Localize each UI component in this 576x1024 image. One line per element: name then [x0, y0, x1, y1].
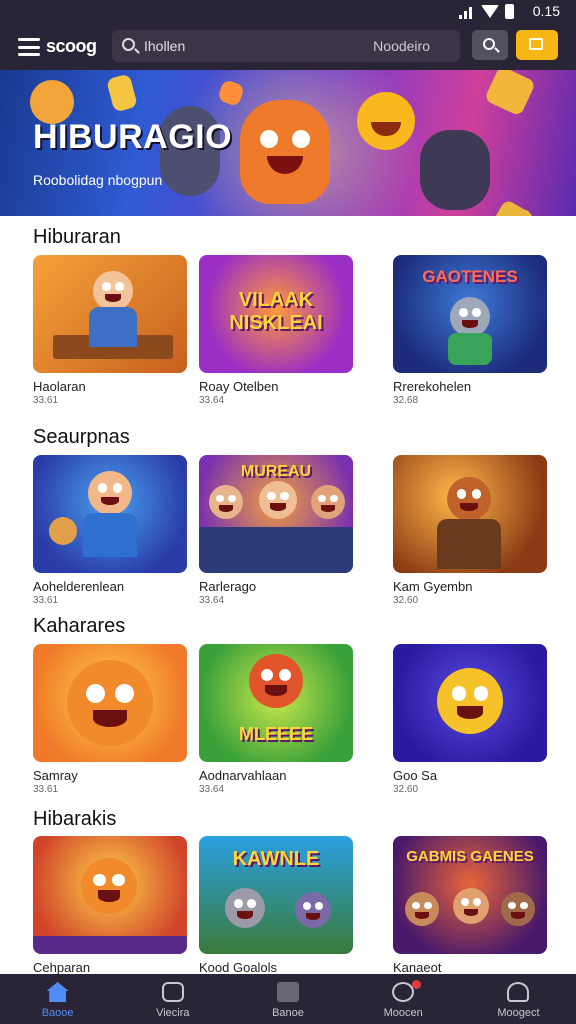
nav-item-chat[interactable]: Viecira — [115, 974, 230, 1024]
game-card[interactable]: Aohelderenlean 33.61 — [33, 455, 187, 606]
game-meta: 33.61 — [33, 784, 59, 795]
token-decoration — [488, 198, 536, 216]
game-meta: 33.64 — [199, 395, 225, 406]
game-card[interactable]: Kam Gyembn 32.60 — [393, 455, 547, 606]
game-thumbnail[interactable]: GAOTENES — [393, 255, 547, 373]
game-title: Rrerekohelen — [393, 379, 472, 394]
menu-icon[interactable] — [18, 38, 40, 56]
nav-item-profile[interactable]: Moogect — [461, 974, 576, 1024]
section-title: Seaurpnas — [33, 426, 130, 448]
game-card[interactable]: Goo Sa 32.60 — [393, 644, 547, 795]
game-title: Cehparan — [33, 960, 91, 975]
game-meta: 32.68 — [393, 395, 419, 406]
game-thumbnail[interactable] — [33, 836, 187, 954]
game-card[interactable]: GAOTENES Rrerekohelen 32.68 — [393, 255, 547, 406]
box-icon — [277, 982, 299, 1002]
game-title: Haolaran — [33, 379, 86, 394]
hero-subtitle: Roobolidag nbogpun — [33, 172, 163, 188]
search-icon — [483, 38, 495, 50]
game-meta: 33.61 — [33, 395, 59, 406]
section-title: Hiburaran — [33, 226, 121, 248]
app-logo[interactable]: scoog — [46, 36, 97, 57]
game-thumbnail-text: VILAAK NISKLEAI — [229, 289, 323, 334]
nav-label: Moocen — [383, 1007, 423, 1019]
game-thumbnail[interactable] — [393, 644, 547, 762]
mascot-bear — [240, 100, 330, 204]
section-title: Kaharares — [33, 615, 126, 637]
token-decoration — [106, 73, 138, 113]
game-thumbnail[interactable]: GABMIS GAENES — [393, 836, 547, 954]
game-title: Aohelderenlean — [33, 579, 125, 594]
game-thumbnail[interactable] — [33, 255, 187, 373]
game-title: Samray — [33, 768, 78, 783]
game-thumbnail-text: MUREAU — [240, 463, 312, 480]
game-thumbnail-text: MLEEEE — [238, 724, 313, 744]
game-card[interactable]: Haolaran 33.61 — [33, 255, 187, 406]
status-icons — [459, 4, 514, 19]
game-meta: 33.61 — [33, 595, 59, 606]
game-thumbnail-text: GAOTENES — [422, 267, 518, 286]
search-bar[interactable]: Ihollen Noodeiro — [112, 30, 460, 62]
search-icon — [122, 38, 135, 51]
game-title: Aodnarvahlaan — [199, 768, 287, 783]
signal-icon — [459, 5, 475, 19]
top-header: scoog Ihollen Noodeiro — [0, 24, 576, 70]
game-card[interactable]: Samray 33.61 — [33, 644, 187, 795]
game-thumbnail[interactable]: MLEEEE — [199, 644, 353, 762]
search-hint: Noodeiro — [373, 38, 430, 54]
nav-label: Moogect — [497, 1007, 540, 1019]
game-title: Kanaeot — [393, 960, 442, 975]
game-thumbnail[interactable]: KAWNLE — [199, 836, 353, 954]
game-thumbnail[interactable]: MUREAU — [199, 455, 353, 573]
game-thumbnail[interactable]: VILAAK NISKLEAI — [199, 255, 353, 373]
nav-label: Banoe — [272, 1007, 304, 1019]
game-meta: 33.64 — [199, 595, 225, 606]
nav-label: Viecira — [156, 1007, 190, 1019]
nav-item-box[interactable]: Banoe — [230, 974, 345, 1024]
section-title: Hibarakis — [33, 808, 117, 830]
bell-icon — [392, 982, 415, 1002]
chat-icon — [161, 982, 184, 1002]
game-card[interactable]: Cehparan — [33, 836, 187, 975]
search-input[interactable]: Ihollen — [144, 38, 185, 54]
game-title: Goo Sa — [393, 768, 438, 783]
hero-title: HIBURAGIO — [33, 118, 233, 156]
character-decoration — [420, 130, 490, 210]
gift-icon — [529, 38, 543, 50]
wifi-icon — [481, 5, 499, 18]
game-title: Rarlerago — [199, 579, 257, 594]
hero-banner[interactable]: HIBURAGIO Roobolidag nbogpun — [0, 70, 576, 216]
game-title: Roay Otelben — [199, 379, 279, 394]
game-thumbnail[interactable] — [33, 644, 187, 762]
emoji-decoration — [357, 92, 415, 150]
game-thumbnail-text: KAWNLE — [232, 848, 320, 870]
notification-dot — [412, 980, 422, 989]
game-meta: 32.60 — [393, 784, 419, 795]
nav-item-notifications[interactable]: Moocen — [346, 974, 461, 1024]
game-meta: 32.60 — [393, 595, 419, 606]
game-meta: 33.64 — [199, 784, 225, 795]
battery-icon — [505, 4, 514, 19]
game-card[interactable]: GABMIS GAENES Kanaeot — [393, 836, 547, 975]
game-title: Kood Goalols — [199, 960, 278, 975]
game-card[interactable]: KAWNLE Kood Goalols — [199, 836, 353, 975]
game-card[interactable]: VILAAK NISKLEAI Roay Otelben 33.64 — [199, 255, 353, 406]
status-time: 0.15 — [532, 3, 560, 19]
status-bar: 0.15 — [0, 0, 576, 24]
game-card[interactable]: MLEEEE Aodnarvahlaan 33.64 — [199, 644, 353, 795]
token-decoration — [483, 70, 537, 117]
game-thumbnail-text: GABMIS GAENES — [406, 848, 534, 865]
search-button[interactable] — [472, 30, 508, 60]
gift-button[interactable] — [516, 30, 558, 60]
user-icon — [507, 982, 530, 1002]
game-thumbnail[interactable] — [33, 455, 187, 573]
nav-label: Baooe — [41, 1007, 74, 1019]
game-thumbnail[interactable] — [393, 455, 547, 573]
game-title: Kam Gyembn — [393, 579, 473, 594]
nav-item-home[interactable]: Baooe — [0, 974, 115, 1024]
bottom-nav: Baooe Viecira Banoe Moocen Moogect — [0, 974, 576, 1024]
home-icon — [46, 982, 69, 1002]
game-card[interactable]: MUREAU Rarlerago 33.64 — [199, 455, 353, 606]
